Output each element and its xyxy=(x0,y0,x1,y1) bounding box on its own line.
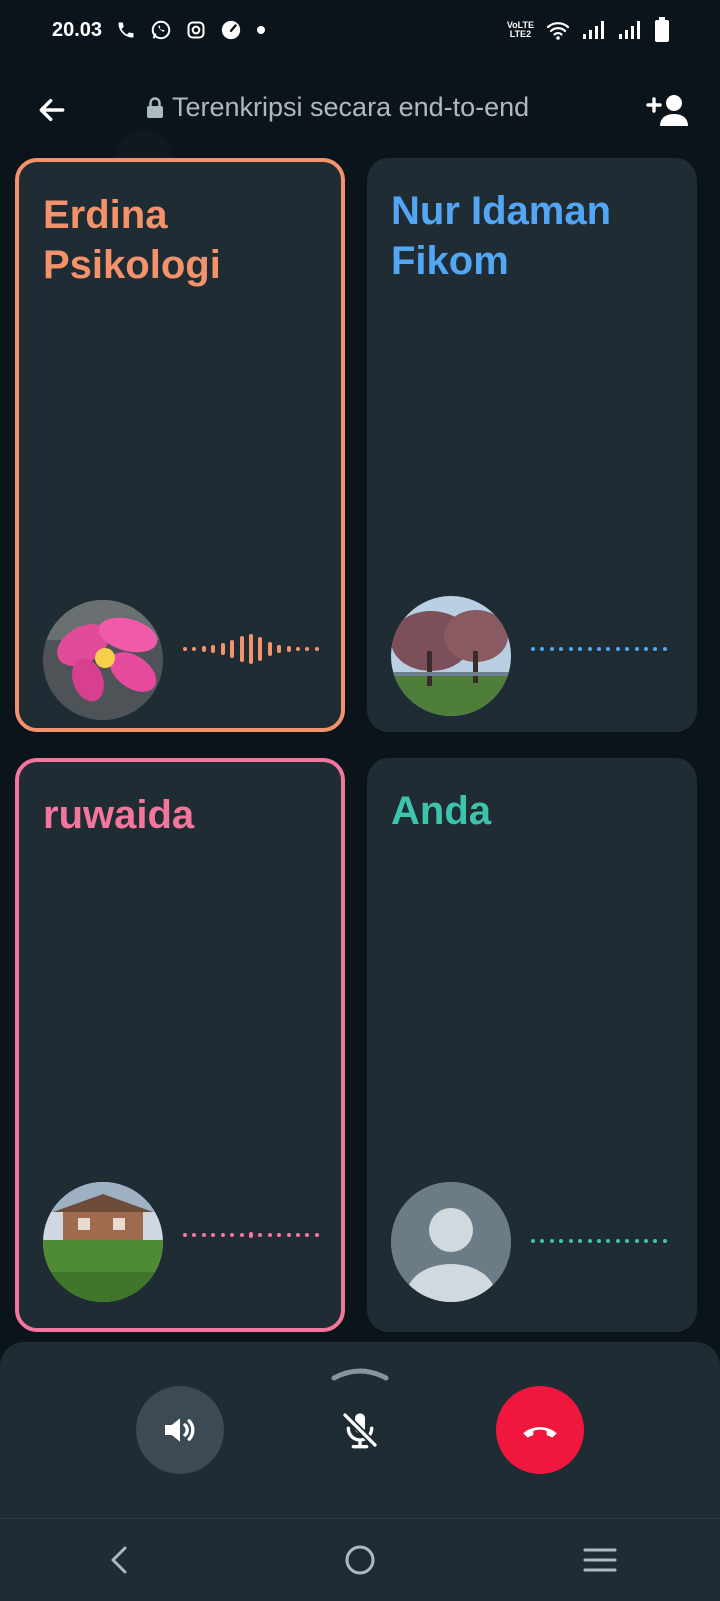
back-nav-icon xyxy=(111,1546,127,1574)
status-bar: 20.03 VoLTE LTE2 xyxy=(0,0,720,60)
participant-name: ruwaida xyxy=(43,793,195,837)
speaker-icon xyxy=(165,1418,195,1442)
end-call-icon xyxy=(523,1427,557,1438)
participant-tile[interactable]: Nur Idaman Fikom xyxy=(367,158,697,732)
whatsapp-icon xyxy=(150,19,172,41)
audio-level-indicator xyxy=(183,634,319,664)
house-photo xyxy=(43,1182,163,1302)
call-header: Terenkripsi secara end-to-end xyxy=(0,80,720,140)
audio-level-indicator xyxy=(531,634,667,664)
participant-name: Anda xyxy=(391,789,491,833)
default-person xyxy=(391,1182,511,1302)
arrow-left-icon xyxy=(39,98,65,122)
lock-icon xyxy=(147,96,163,118)
chevron-up-icon xyxy=(331,1368,389,1381)
home-nav-icon xyxy=(345,1545,375,1575)
flower-photo xyxy=(43,600,163,720)
participant-tile[interactable]: Anda xyxy=(367,758,697,1332)
status-time: 20.03 xyxy=(52,18,103,41)
participant-avatar xyxy=(43,1182,163,1302)
participant-avatar xyxy=(391,596,511,716)
nav-back-button[interactable] xyxy=(90,1530,150,1590)
phone-icon xyxy=(116,20,136,40)
end-call-button[interactable] xyxy=(496,1386,584,1474)
speed-icon xyxy=(220,19,242,41)
nav-home-button[interactable] xyxy=(330,1530,390,1590)
participant-name: Nur Idaman Fikom xyxy=(391,189,612,283)
battery-icon xyxy=(654,17,670,43)
add-participant-button[interactable] xyxy=(644,88,692,132)
nav-recents-button[interactable] xyxy=(570,1530,630,1590)
call-controls-panel xyxy=(0,1342,720,1518)
trees-photo xyxy=(391,596,511,716)
wifi-icon xyxy=(546,20,570,40)
encryption-text: Terenkripsi secara end-to-end xyxy=(172,92,530,122)
signal-icon xyxy=(582,20,606,40)
signal-icon xyxy=(618,20,642,40)
speaker-button[interactable] xyxy=(136,1386,224,1474)
participant-avatar xyxy=(391,1182,511,1302)
participant-avatar xyxy=(43,600,163,720)
system-nav-bar xyxy=(0,1518,720,1601)
back-button[interactable] xyxy=(30,90,74,130)
audio-level-indicator xyxy=(183,1220,319,1250)
volte-indicator: VoLTE LTE2 xyxy=(506,20,534,39)
instagram-icon xyxy=(186,20,206,40)
participant-tile[interactable]: Erdina Psikologi xyxy=(15,158,345,732)
encryption-notice[interactable]: Terenkripsi secara end-to-end xyxy=(146,92,529,123)
participant-tile[interactable]: ruwaida xyxy=(15,758,345,1332)
recents-nav-icon xyxy=(583,1548,617,1572)
add-person-icon xyxy=(646,95,688,126)
dot-icon xyxy=(256,25,266,35)
participant-name: Erdina Psikologi xyxy=(43,193,221,287)
mic-off-icon xyxy=(342,1412,378,1449)
audio-level-indicator xyxy=(531,1226,667,1256)
expand-handle[interactable] xyxy=(330,1362,390,1382)
mute-button[interactable] xyxy=(316,1386,404,1474)
